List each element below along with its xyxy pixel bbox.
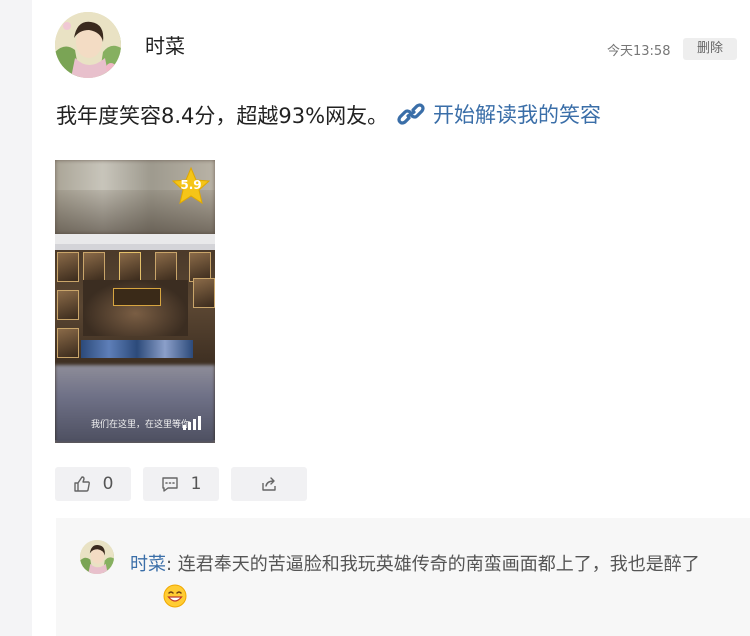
signal-bars-icon: [183, 416, 203, 430]
photo-card: [193, 278, 215, 308]
author-name[interactable]: 时菜: [145, 30, 185, 59]
share-icon: [262, 477, 276, 491]
photo-hand-cards: [81, 340, 193, 358]
comment-body: 连君奉天的苦逼脸和我玩英雄传奇的南蛮画面都上了，我也是醉了: [177, 554, 700, 575]
comment-separator: :: [166, 554, 178, 575]
commenter-avatar-image: [80, 540, 114, 574]
commenter-avatar[interactable]: [80, 540, 114, 574]
post-photo[interactable]: 我们在这里，在这里等你 5.9: [55, 160, 215, 443]
photo-caption: 我们在这里，在这里等你: [91, 420, 191, 430]
post-card: 时菜 今天13:58 删除 我年度笑容8.4分，超越93%网友。 开始解读我的笑…: [32, 0, 750, 636]
share-button[interactable]: [231, 467, 307, 501]
photo-card: [83, 252, 105, 282]
comment-author[interactable]: 时菜: [130, 554, 166, 575]
read-smile-link-label: 开始解读我的笑容: [433, 103, 601, 127]
photo-browser-bar: [55, 234, 215, 244]
comment: 时菜: 连君奉天的苦逼脸和我玩英雄传奇的南蛮画面都上了，我也是醉了: [130, 548, 710, 582]
like-count: 0: [102, 474, 114, 494]
comment-button[interactable]: 1: [143, 467, 219, 501]
photo-card: [57, 252, 79, 282]
delete-button[interactable]: 删除: [683, 38, 737, 60]
post-text: 我年度笑容8.4分，超越93%网友。: [56, 104, 389, 128]
comment-count: 1: [190, 474, 202, 494]
grinning-emoji-icon: [163, 584, 187, 608]
photo-score: 5.9: [180, 178, 202, 192]
photo-card: [155, 252, 177, 282]
read-smile-link[interactable]: 开始解读我的笑容: [397, 99, 601, 129]
photo-card: [57, 290, 79, 320]
comment-icon: [161, 477, 178, 492]
thumbs-up-icon: [73, 476, 90, 492]
post-timestamp: 今天13:58: [607, 44, 671, 59]
photo-banner: [113, 288, 161, 306]
like-button[interactable]: 0: [55, 467, 131, 501]
photo-blurred-bottom: [55, 365, 215, 443]
photo-card: [119, 252, 141, 282]
link-icon: [397, 103, 425, 125]
photo-card: [57, 328, 79, 358]
avatar-image: [55, 12, 121, 78]
author-avatar[interactable]: [55, 12, 121, 78]
